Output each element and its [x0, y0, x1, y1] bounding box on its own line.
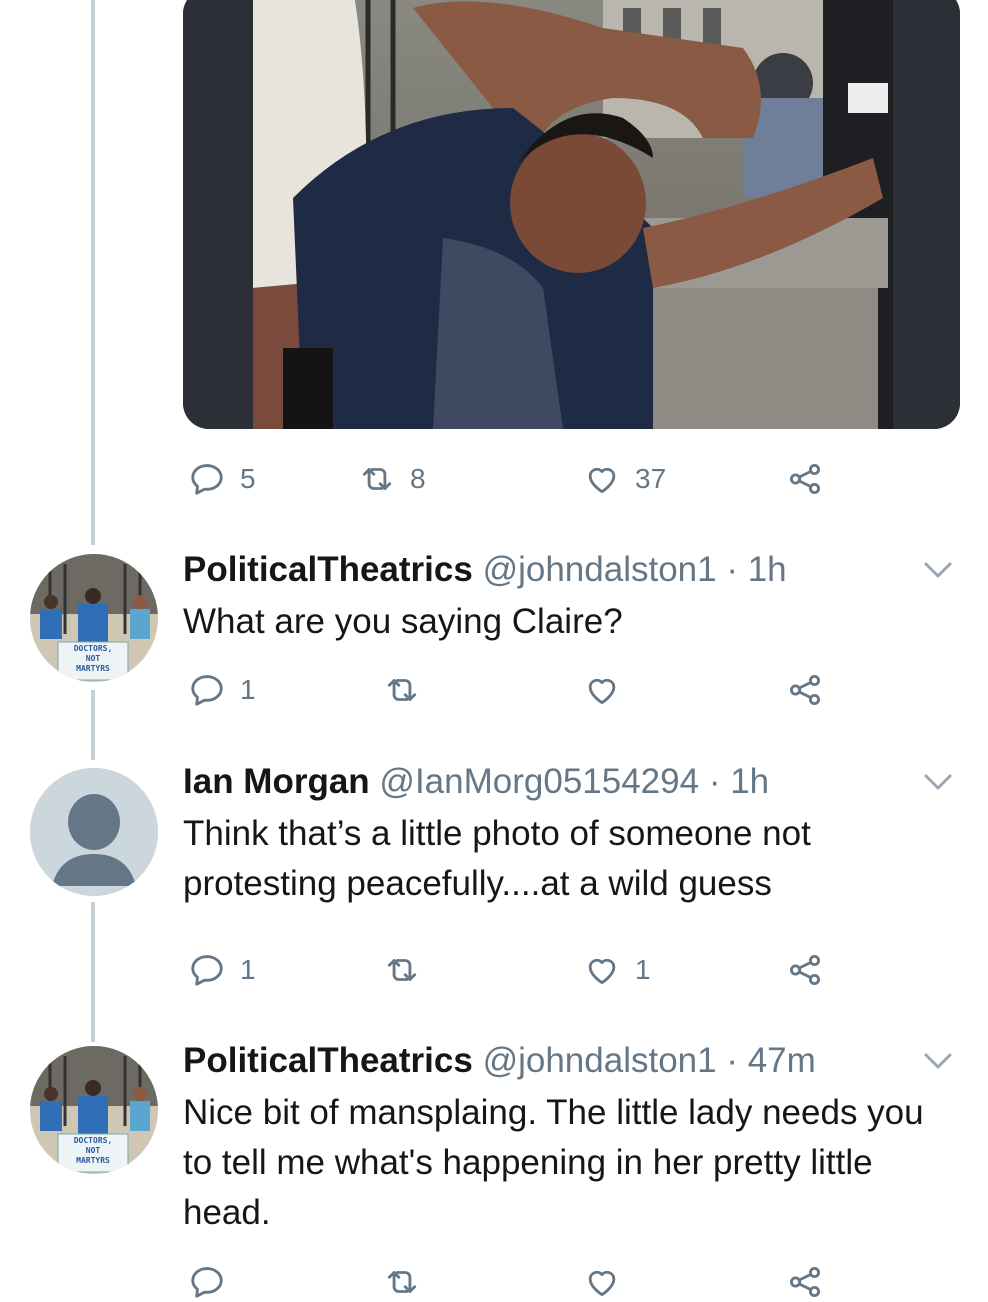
retweet-icon	[387, 679, 417, 701]
avatar-sign: DOCTORS, NOT MARTYRS	[60, 1136, 126, 1166]
display-name[interactable]: Ian Morgan	[183, 762, 370, 801]
share-button[interactable]	[786, 1262, 824, 1302]
retweet-icon	[387, 959, 417, 981]
reply-count: 1	[240, 954, 256, 985]
separator-dot: ·	[708, 762, 721, 801]
retweet-icon	[387, 1271, 417, 1293]
heart-icon	[588, 1270, 616, 1297]
like-count: 37	[635, 463, 667, 494]
chevron-down-icon[interactable]	[918, 767, 958, 797]
avatar-sign-line: NOT	[85, 1146, 101, 1155]
reply-icon	[191, 955, 223, 986]
like-button[interactable]: 1	[583, 950, 651, 990]
avatar-sign-line: MARTYRS	[76, 1156, 110, 1165]
heart-icon	[588, 467, 616, 494]
thread-line	[91, 0, 95, 545]
avatar[interactable]: DOCTORS, NOT MARTYRS	[30, 1046, 158, 1174]
reply-icon	[191, 464, 223, 495]
chevron-down-icon[interactable]	[918, 555, 958, 585]
timestamp[interactable]: 1h	[748, 550, 787, 589]
tweet-header: Ian Morgan @IanMorg05154294 · 1h	[183, 762, 769, 802]
separator-dot: ·	[726, 550, 738, 589]
timestamp[interactable]: 47m	[748, 1041, 816, 1080]
tweet-header: PoliticalTheatrics @johndalston1 · 47m	[183, 1041, 816, 1081]
reply-button[interactable]: 1	[188, 950, 256, 990]
reply-button[interactable]	[188, 1262, 226, 1302]
tweet-text: Nice bit of mansplaing. The little lady …	[183, 1093, 924, 1232]
share-icon	[789, 463, 821, 495]
reply-icon	[191, 1267, 223, 1298]
reply-count: 1	[240, 674, 256, 705]
avatar-sign-line: DOCTORS,	[73, 1136, 113, 1145]
like-button[interactable]	[583, 1262, 621, 1302]
tweet-actions: 5 8 37	[183, 459, 843, 499]
avatar[interactable]: DOCTORS, NOT MARTYRS	[30, 554, 158, 682]
share-icon	[789, 1266, 821, 1298]
tweet-actions: 1	[183, 670, 843, 710]
default-avatar-icon	[30, 768, 158, 896]
heart-icon	[588, 958, 616, 985]
reply-button[interactable]: 1	[188, 670, 256, 710]
share-button[interactable]	[786, 670, 824, 710]
timestamp[interactable]: 1h	[730, 762, 769, 801]
share-icon	[789, 954, 821, 986]
like-button[interactable]: 37	[583, 459, 666, 499]
retweet-count: 8	[410, 463, 426, 494]
tweet-media-image[interactable]	[183, 0, 960, 429]
retweet-button[interactable]	[383, 670, 421, 710]
protest-photo	[183, 0, 960, 429]
like-count: 1	[635, 954, 651, 985]
thread-line	[91, 690, 95, 760]
reply-count: 5	[240, 463, 256, 494]
user-handle[interactable]: @johndalston1	[483, 550, 717, 589]
reply-icon	[191, 675, 223, 706]
share-button[interactable]	[786, 459, 824, 499]
avatar-sign-line: MARTYRS	[76, 664, 110, 673]
user-handle[interactable]: @IanMorg05154294	[379, 762, 699, 801]
avatar[interactable]	[30, 768, 158, 896]
avatar-sign-line: NOT	[85, 654, 101, 663]
share-icon	[789, 674, 821, 706]
display-name[interactable]: PoliticalTheatrics	[183, 1041, 473, 1080]
tweet-text: Think that’s a little photo of someone n…	[183, 814, 811, 903]
user-handle[interactable]: @johndalston1	[483, 1041, 717, 1080]
retweet-button[interactable]	[383, 950, 421, 990]
like-button[interactable]	[583, 670, 621, 710]
reply-button[interactable]: 5	[188, 459, 256, 499]
tweet-header: PoliticalTheatrics @johndalston1 · 1h	[183, 550, 787, 590]
avatar-sign: DOCTORS, NOT MARTYRS	[60, 644, 126, 674]
heart-icon	[588, 678, 616, 705]
tweet-actions	[183, 1262, 843, 1302]
share-button[interactable]	[786, 950, 824, 990]
retweet-button[interactable]	[383, 1262, 421, 1302]
display-name[interactable]: PoliticalTheatrics	[183, 550, 473, 589]
thread-line	[91, 902, 95, 1042]
separator-dot: ·	[726, 1041, 738, 1080]
tweet-text: What are you saying Claire?	[183, 602, 623, 641]
avatar-sign-line: DOCTORS,	[73, 644, 113, 653]
retweet-button[interactable]: 8	[358, 459, 426, 499]
retweet-icon	[362, 468, 392, 490]
chevron-down-icon[interactable]	[918, 1046, 958, 1076]
tweet-actions: 1 1	[183, 950, 843, 990]
